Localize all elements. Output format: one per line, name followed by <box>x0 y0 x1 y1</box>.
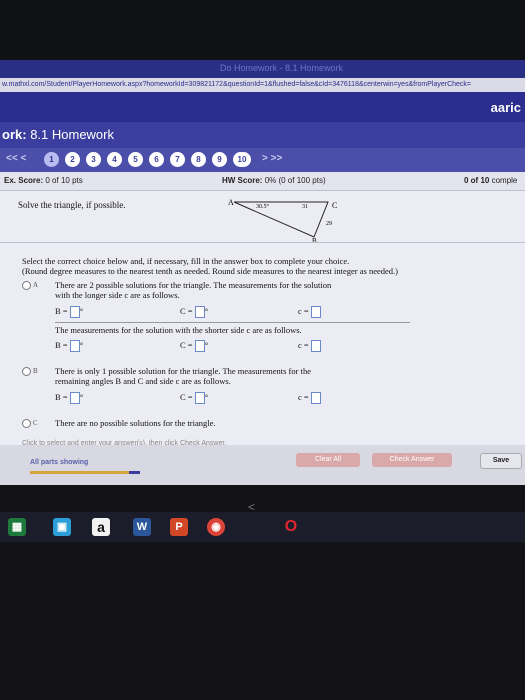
choice-A-angle-C: C = ° <box>180 306 208 319</box>
question-9-button[interactable]: 9 <box>212 152 227 167</box>
choice-A-C1-input[interactable] <box>194 306 205 319</box>
action-footer: All parts showing Clear All Check Answer… <box>0 445 525 485</box>
score-bar: Ex. Score: 0 of 10 pts HW Score: 0% (0 o… <box>0 172 525 191</box>
opera-icon[interactable]: O <box>282 518 300 536</box>
choice-A-text-2: The measurements for the solution with t… <box>55 325 302 335</box>
clear-all-button[interactable]: Clear All <box>296 453 360 467</box>
address-bar[interactable]: w.mathxl.com/Student/PlayerHomework.aspx… <box>0 78 525 92</box>
choice-B-text[interactable]: There is only 1 possible solution for th… <box>55 366 311 386</box>
question-10-button[interactable]: 10 <box>233 152 251 167</box>
user-name[interactable]: aaric <box>491 100 521 115</box>
url-text: w.mathxl.com/Student/PlayerHomework.aspx… <box>2 81 472 88</box>
vertex-A-label: A <box>228 198 234 207</box>
side-a-label: 29 <box>326 221 332 227</box>
browser-tab-strip[interactable]: Do Homework - 8.1 Homework <box>0 60 525 78</box>
choice-B-angle-C: C = ° <box>180 392 208 405</box>
instructions: Select the correct choice below and, if … <box>22 256 398 276</box>
exercise-score: Ex. Score: 0 of 10 pts <box>4 176 83 185</box>
parts-progress-fill <box>30 471 129 474</box>
question-3-button[interactable]: 3 <box>86 152 101 167</box>
monitor-bezel <box>0 0 525 60</box>
choice-A-side-c-2: c = <box>298 340 321 353</box>
choice-A-radio[interactable] <box>22 281 31 290</box>
question-nav: << < 1 2 3 4 5 6 7 8 9 10 > >> <box>0 148 525 172</box>
question-8-button[interactable]: 8 <box>191 152 206 167</box>
choice-A-text[interactable]: There are 2 possible solutions for the t… <box>55 280 331 300</box>
completion-count: 0 of 10 comple <box>464 176 518 185</box>
question-6-button[interactable]: 6 <box>149 152 164 167</box>
choice-C-text[interactable]: There are no possible solutions for the … <box>55 418 216 428</box>
choice-B-side-c: c = <box>298 392 321 405</box>
next-question-button[interactable]: > >> <box>262 153 282 164</box>
question-7-button[interactable]: 7 <box>170 152 185 167</box>
choice-A-B1-input[interactable] <box>69 306 80 319</box>
choice-A-side-c: c = <box>298 306 321 319</box>
choice-A-C2-input[interactable] <box>194 340 205 353</box>
word-icon[interactable]: W <box>133 518 151 536</box>
instructions-line-1: Select the correct choice below and, if … <box>22 256 350 266</box>
choice-B-letter: B <box>33 367 38 375</box>
choice-A-angle-B: B = ° <box>55 306 83 319</box>
problem-prompt: Solve the triangle, if possible. <box>18 200 126 210</box>
browser-tab-title[interactable]: Do Homework - 8.1 Homework <box>220 63 343 73</box>
question-panel: Ex. Score: 0 of 10 pts HW Score: 0% (0 o… <box>0 172 525 472</box>
store-icon[interactable]: ▣ <box>53 518 71 536</box>
check-answer-button[interactable]: Check Answer <box>372 453 452 467</box>
homework-title-text: 8.1 Homework <box>30 127 114 142</box>
choice-A-separator <box>55 322 410 323</box>
choice-B-c-input[interactable] <box>310 392 321 405</box>
triangle-diagram: A C B 30.5° 31 29 <box>228 198 337 243</box>
instructions-line-2: (Round degree measures to the nearest te… <box>22 266 398 276</box>
homework-title: ork: 8.1 Homework <box>2 127 114 142</box>
choice-B-C-input[interactable] <box>194 392 205 405</box>
choice-C-radio[interactable] <box>22 419 31 428</box>
choice-A-letter: A <box>33 281 39 289</box>
excel-icon[interactable]: ▦ <box>8 518 26 536</box>
homework-score: HW Score: 0% (0 of 100 pts) <box>222 176 326 185</box>
choice-B-B-input[interactable] <box>69 392 80 405</box>
chrome-icon[interactable]: ◉ <box>207 518 225 536</box>
angle-A-label: 30.5° <box>256 203 270 210</box>
choice-A-angle-C-2: C = ° <box>180 340 208 353</box>
choice-C-letter: C <box>33 419 38 427</box>
amazon-icon[interactable]: a <box>92 518 110 536</box>
choice-A-B2-input[interactable] <box>69 340 80 353</box>
parts-progress-bar <box>30 471 140 474</box>
save-button[interactable]: Save <box>480 453 522 469</box>
choice-B-radio[interactable] <box>22 367 31 376</box>
powerpoint-icon[interactable]: P <box>170 518 188 536</box>
question-4-button[interactable]: 4 <box>107 152 122 167</box>
choice-B-angle-B: B = ° <box>55 392 83 405</box>
choice-A-angle-B-2: B = ° <box>55 340 83 353</box>
taskbar: ▦ ▣ a W P ◉ O <box>0 512 525 542</box>
prev-question-button[interactable]: << < <box>6 153 26 164</box>
all-parts-showing-label: All parts showing <box>30 459 89 466</box>
vertex-C-label: C <box>332 201 337 210</box>
homework-title-bar: ork: 8.1 Homework <box>0 122 525 148</box>
section-divider <box>0 242 525 243</box>
site-header: aaric <box>0 92 525 122</box>
choice-A-c1-input[interactable] <box>310 306 321 319</box>
homework-title-prefix: ork: <box>2 127 27 142</box>
choice-A-c2-input[interactable] <box>310 340 321 353</box>
question-2-button[interactable]: 2 <box>65 152 80 167</box>
question-5-button[interactable]: 5 <box>128 152 143 167</box>
question-1-button[interactable]: 1 <box>44 152 59 167</box>
side-b-label: 31 <box>302 204 308 210</box>
